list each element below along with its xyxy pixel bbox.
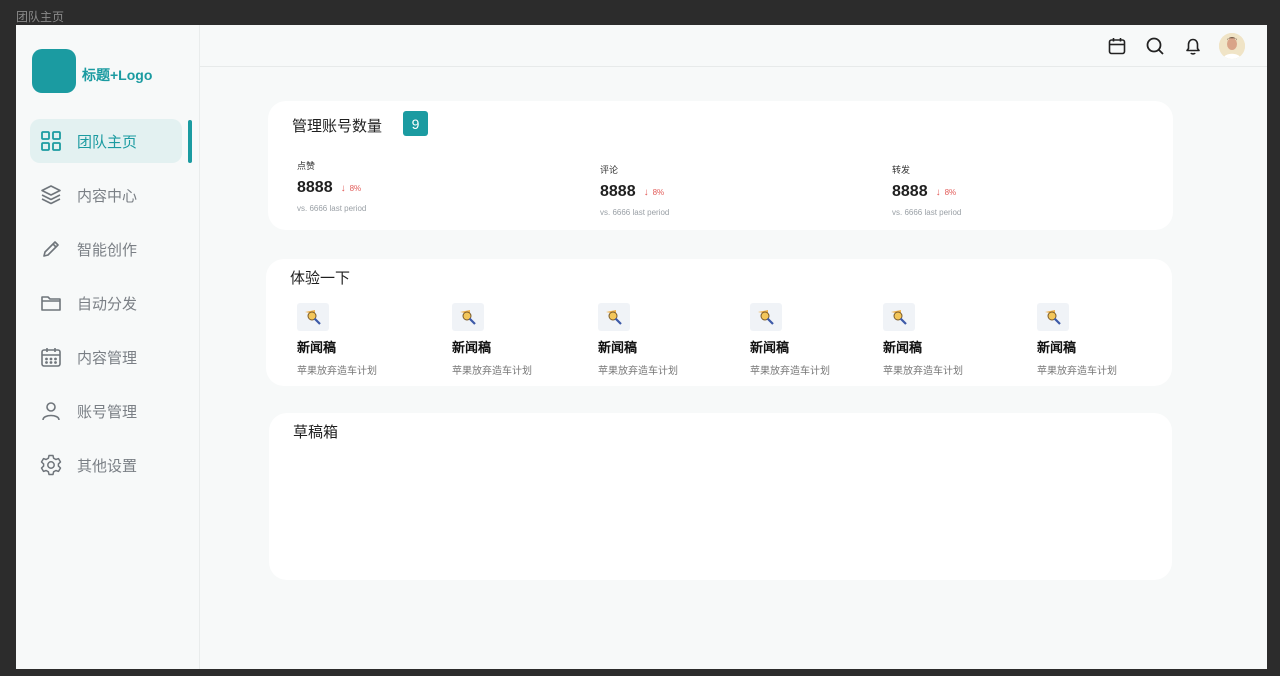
magnifier-icon xyxy=(452,303,484,331)
sidebar-item-label: 其他设置 xyxy=(77,457,138,475)
magnifier-icon xyxy=(750,303,782,331)
arrow-down-icon: ↓ xyxy=(643,186,649,198)
tile-desc: 苹果放弃造车计划 xyxy=(598,366,678,377)
calendar-grid-icon xyxy=(40,346,62,368)
tile-desc: 苹果放弃造车计划 xyxy=(297,366,377,377)
sidebar-item-other-settings[interactable]: 其他设置 xyxy=(30,443,182,487)
bell-icon[interactable] xyxy=(1181,34,1205,58)
brand[interactable]: 标题+Logo xyxy=(32,49,152,93)
sidebar-item-team-home[interactable]: 团队主页 xyxy=(30,119,192,163)
stat-label: 转发 xyxy=(892,165,911,175)
tile-title: 新闻稿 xyxy=(452,340,492,355)
stat-compare: vs. 6666 last period xyxy=(297,204,367,213)
stat-label: 评论 xyxy=(600,165,619,175)
sidebar-item-label: 账号管理 xyxy=(77,403,138,421)
stat-compare: vs. 6666 last period xyxy=(600,208,670,217)
tile-title: 新闻稿 xyxy=(750,340,790,355)
tile-desc: 苹果放弃造车计划 xyxy=(1037,366,1117,377)
magnifier-icon xyxy=(297,303,329,331)
tile-title: 新闻稿 xyxy=(883,340,923,355)
sidebar-item-auto-distribute[interactable]: 自动分发 xyxy=(30,281,182,325)
sidebar-item-label: 自动分发 xyxy=(77,295,138,313)
sidebar: 标题+Logo 团队主页 内容中心 智能创作 自动分发 内容管理 账号管理 其他… xyxy=(16,25,200,669)
sidebar-item-label: 团队主页 xyxy=(77,133,138,151)
arrow-down-icon: ↓ xyxy=(340,182,346,194)
magnifier-icon xyxy=(883,303,915,331)
stat-change: ↓ 8% xyxy=(340,182,362,194)
drafts-card: 草稿箱 xyxy=(269,413,1172,580)
sidebar-item-account-manage[interactable]: 账号管理 xyxy=(30,389,182,433)
gear-icon xyxy=(40,454,62,476)
avatar[interactable] xyxy=(1219,33,1245,59)
sidebar-item-label: 内容中心 xyxy=(77,187,138,205)
tile-desc: 苹果放弃造车计划 xyxy=(750,366,830,377)
tile-title: 新闻稿 xyxy=(598,340,638,355)
arrow-down-icon: ↓ xyxy=(935,186,941,198)
experience-card: 体验一下 新闻稿 苹果放弃造车计划 新闻稿 苹果放弃造车计划 新闻稿 苹果放弃造… xyxy=(266,259,1172,386)
brand-title: 标题+Logo xyxy=(82,67,153,83)
sidebar-item-content-manage[interactable]: 内容管理 xyxy=(30,335,182,379)
sidebar-item-label: 智能创作 xyxy=(77,241,138,259)
experience-tile[interactable]: 新闻稿 苹果放弃造车计划 xyxy=(598,303,678,377)
sidebar-item-smart-create[interactable]: 智能创作 xyxy=(30,227,182,271)
experience-tile[interactable]: 新闻稿 苹果放弃造车计划 xyxy=(297,303,377,377)
stat-value: 8888 xyxy=(297,179,333,196)
sidebar-item-label: 内容管理 xyxy=(77,349,138,367)
window-title: 团队主页 xyxy=(16,10,65,24)
stat-comments: 评论 8888 ↓ 8% vs. 6666 last period xyxy=(600,163,669,217)
experience-card-title: 体验一下 xyxy=(290,270,351,287)
experience-tile[interactable]: 新闻稿 苹果放弃造车计划 xyxy=(1037,303,1117,377)
accounts-count-badge: 9 xyxy=(403,111,428,136)
drafts-card-title: 草稿箱 xyxy=(293,424,339,441)
folder-icon xyxy=(40,292,62,314)
tile-desc: 苹果放弃造车计划 xyxy=(883,366,963,377)
top-bar-actions xyxy=(1091,33,1245,59)
sidebar-nav: 团队主页 内容中心 智能创作 自动分发 内容管理 账号管理 其他设置 xyxy=(30,119,200,497)
stat-shares: 转发 8888 ↓ 8% vs. 6666 last period xyxy=(892,163,961,217)
tile-desc: 苹果放弃造车计划 xyxy=(452,366,532,377)
stat-change: ↓ 8% xyxy=(935,186,957,198)
stat-value: 8888 xyxy=(892,183,928,200)
experience-tile[interactable]: 新闻稿 苹果放弃造车计划 xyxy=(750,303,830,377)
tile-title: 新闻稿 xyxy=(297,340,337,355)
brand-logo xyxy=(32,49,76,93)
search-icon[interactable] xyxy=(1143,34,1167,58)
top-bar xyxy=(200,25,1267,67)
stat-compare: vs. 6666 last period xyxy=(892,208,962,217)
magnifier-icon xyxy=(1037,303,1069,331)
experience-tile[interactable]: 新闻稿 苹果放弃造车计划 xyxy=(883,303,963,377)
accounts-card-title: 管理账号数量 xyxy=(292,118,383,135)
sidebar-item-content-center[interactable]: 内容中心 xyxy=(30,173,182,217)
app-window: 标题+Logo 团队主页 内容中心 智能创作 自动分发 内容管理 账号管理 其他… xyxy=(16,25,1267,669)
layers-icon xyxy=(40,184,62,206)
calendar-icon[interactable] xyxy=(1105,34,1129,58)
user-icon xyxy=(40,400,62,422)
pencil-icon xyxy=(40,238,62,260)
stat-label: 点赞 xyxy=(297,161,316,171)
stat-change: ↓ 8% xyxy=(643,186,665,198)
tile-title: 新闻稿 xyxy=(1037,340,1077,355)
experience-tile[interactable]: 新闻稿 苹果放弃造车计划 xyxy=(452,303,532,377)
stat-likes: 点赞 8888 ↓ 8% vs. 6666 last period xyxy=(297,159,366,213)
accounts-stats-card: 管理账号数量 9 点赞 8888 ↓ 8% vs. 6666 last peri… xyxy=(268,101,1173,230)
magnifier-icon xyxy=(598,303,630,331)
grid-icon xyxy=(40,130,62,152)
stat-value: 8888 xyxy=(600,183,636,200)
